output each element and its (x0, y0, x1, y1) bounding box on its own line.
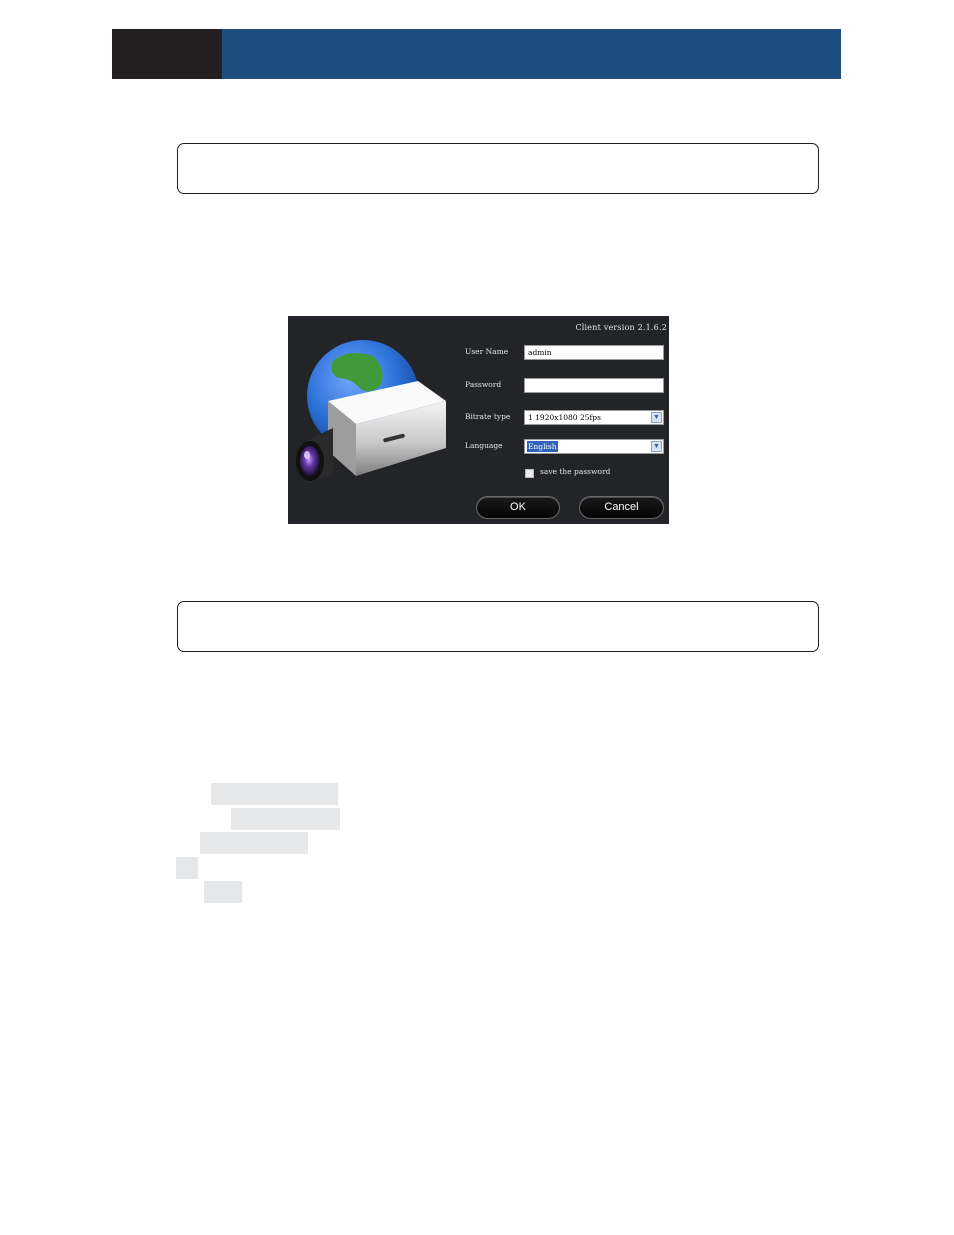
highlight-bar (200, 832, 308, 854)
header-blue-bar (222, 29, 841, 79)
save-password-checkbox[interactable] (525, 469, 534, 478)
section-box-2 (177, 601, 819, 652)
bitrate-type-label: Bitrate type (465, 412, 511, 421)
highlight-bar (204, 881, 242, 903)
user-name-input[interactable]: admin (524, 345, 664, 360)
bitrate-type-value: 1 1920x1080 25fps (528, 413, 601, 422)
language-value: English (526, 440, 559, 453)
header-dark-block (112, 29, 222, 79)
section-box-1 (177, 143, 819, 194)
language-label: Language (465, 441, 503, 450)
save-password-label: save the password (540, 467, 611, 476)
password-label: Password (465, 380, 502, 389)
highlight-bar (211, 783, 338, 805)
language-select[interactable]: English ▼ (524, 439, 664, 454)
login-dialog: Client version 2.1.6.2 User Name admin P… (288, 316, 669, 524)
cancel-button[interactable]: Cancel (579, 496, 664, 519)
chevron-down-icon[interactable]: ▼ (651, 412, 662, 423)
user-name-label: User Name (465, 347, 509, 356)
password-input[interactable] (524, 378, 664, 393)
bitrate-type-select[interactable]: 1 1920x1080 25fps ▼ (524, 410, 664, 425)
ok-button[interactable]: OK (476, 496, 560, 519)
highlight-bar (176, 857, 198, 879)
highlight-bar (231, 808, 340, 830)
client-version: Client version 2.1.6.2 (575, 323, 667, 332)
camera-globe-icon (296, 340, 446, 484)
chevron-down-icon[interactable]: ▼ (651, 441, 662, 452)
